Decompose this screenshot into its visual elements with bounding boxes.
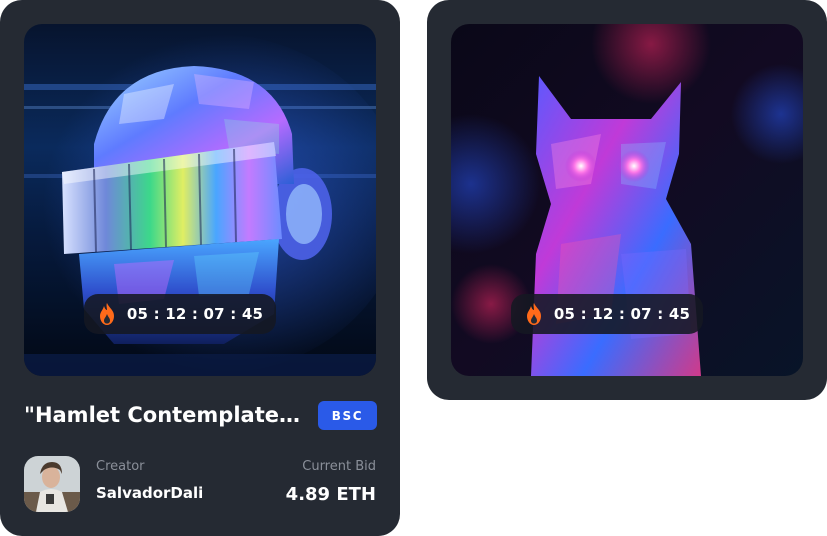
nft-card[interactable]: 05 : 12 : 07 : 45 "Hamlet Contemplates .… — [0, 0, 400, 536]
current-bid-label: Current Bid — [302, 459, 376, 474]
flame-icon — [526, 303, 541, 325]
timer-text: 05 : 12 : 07 : 45 — [126, 305, 264, 323]
nft-title[interactable]: "Hamlet Contemplates ... — [24, 400, 300, 430]
chain-badge: BSC — [318, 401, 377, 430]
countdown-timer: 05 : 12 : 07 : 45 — [84, 294, 276, 334]
countdown-timer: 05 : 12 : 07 : 45 — [511, 294, 703, 334]
timer-text: 05 : 12 : 07 : 45 — [553, 305, 691, 323]
current-bid-value: 4.89 ETH — [285, 484, 376, 505]
nft-card[interactable]: 05 : 12 : 07 : 45 — [427, 0, 827, 400]
creator-name[interactable]: SalvadorDali — [96, 484, 203, 502]
creator-label: Creator — [96, 459, 145, 474]
creator-avatar[interactable] — [24, 456, 80, 512]
flame-icon — [99, 303, 114, 325]
